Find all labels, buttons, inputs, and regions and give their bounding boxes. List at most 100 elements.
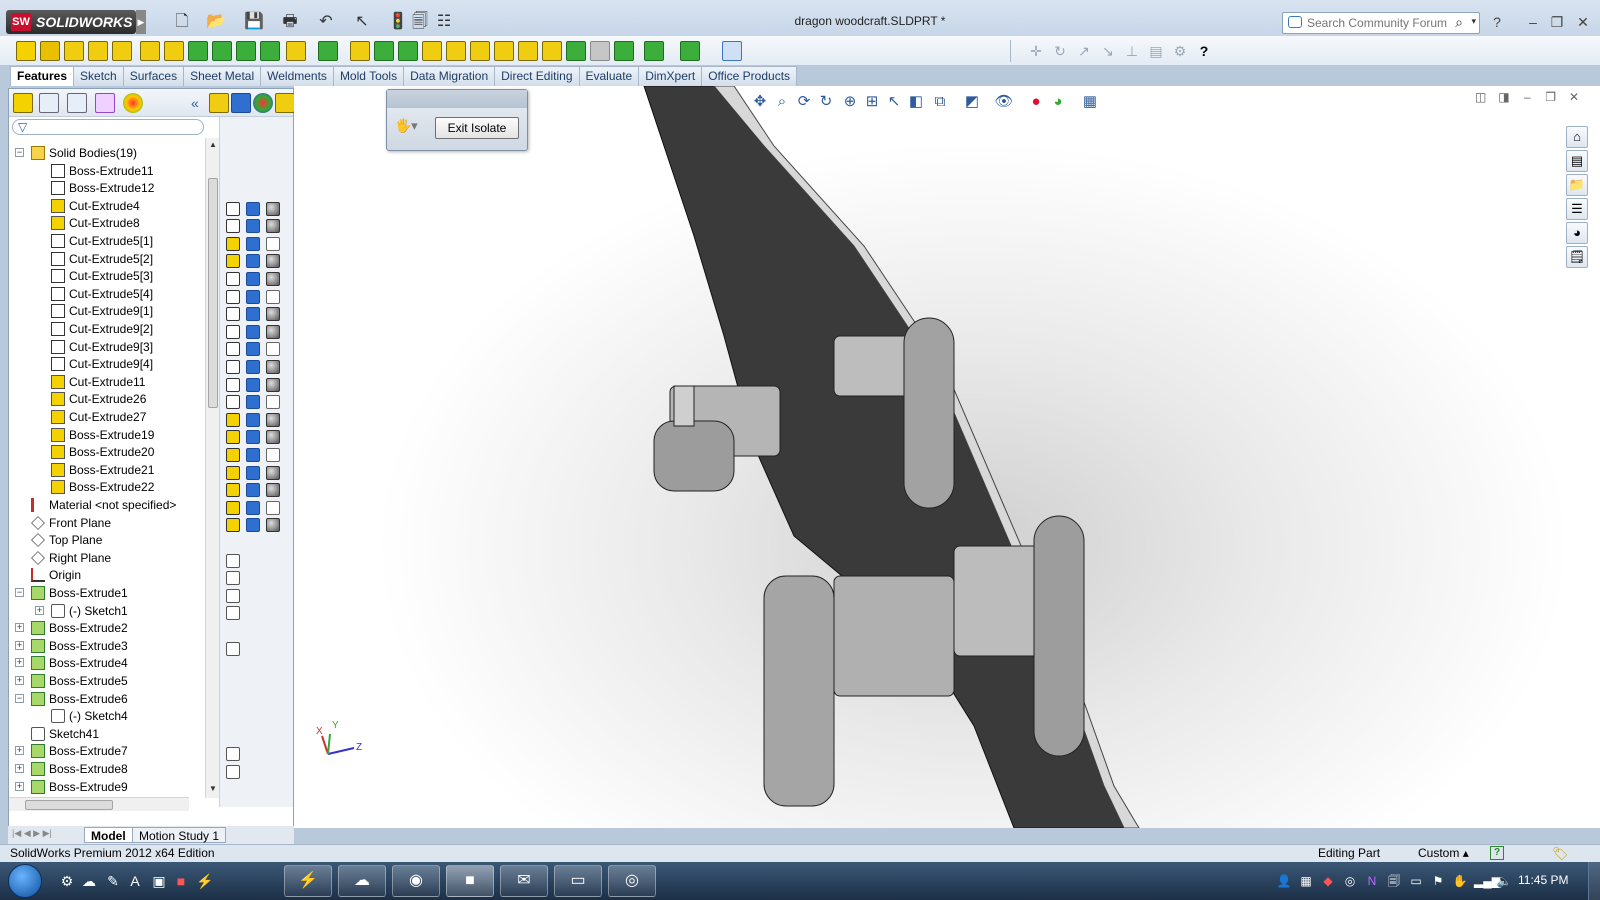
boundary-cut-icon[interactable] [260, 41, 280, 61]
appearance-swatch-icon[interactable] [266, 483, 280, 498]
visibility-icon[interactable] [226, 465, 240, 480]
tab-office-products[interactable]: Office Products [701, 66, 798, 86]
expand-icon[interactable]: + [15, 746, 24, 756]
display-mode-icon[interactable] [246, 483, 260, 498]
origin-visibility-icon[interactable] [226, 606, 240, 621]
tree-item[interactable]: Cut-Extrude5[1] [9, 232, 205, 250]
volume-icon[interactable]: 🔈 [1496, 873, 1512, 889]
taskbar-explorer-icon[interactable]: ▭ [554, 865, 602, 897]
isolate-options-icon[interactable]: 🖐▾ [395, 118, 425, 136]
tree-item[interactable]: Front Plane [9, 514, 205, 532]
quick-launch-icon-4[interactable]: A [126, 872, 144, 890]
display-mode-icon[interactable] [246, 412, 260, 427]
tree-item[interactable]: Material <not specified> [9, 496, 205, 514]
rib-icon[interactable] [350, 41, 370, 61]
search-box[interactable]: ⌕ ▾ [1282, 12, 1480, 34]
options-icon[interactable]: ☷ [434, 12, 454, 32]
appearance-swatch-icon[interactable] [266, 201, 280, 216]
display-mode-icon[interactable] [246, 360, 260, 374]
save-icon[interactable]: 💾 [244, 12, 264, 32]
tray-people-icon[interactable]: 👤 [1276, 873, 1292, 889]
viewport-restore-icon[interactable]: ❐ [1541, 90, 1561, 104]
expand-icon[interactable]: + [15, 676, 24, 685]
fillet-icon[interactable] [286, 41, 306, 61]
search-icon[interactable]: ⌕ [1455, 14, 1463, 31]
search-input[interactable] [1307, 13, 1457, 33]
tree-item[interactable]: Cut-Extrude5[4] [9, 285, 205, 303]
tray-monitor-icon[interactable]: ▭ [1408, 873, 1424, 889]
display-manager-icon[interactable] [123, 93, 143, 113]
display-mode-icon[interactable] [246, 236, 260, 251]
network-icon[interactable]: ▂▄▆ [1474, 873, 1501, 889]
display-mode-icon[interactable] [246, 324, 260, 339]
visibility-icon[interactable] [226, 289, 240, 304]
tab-mold-tools[interactable]: Mold Tools [332, 66, 405, 86]
print-icon[interactable]: 🖶 [280, 12, 300, 32]
tree-item[interactable]: Top Plane [9, 531, 205, 549]
wrap-icon[interactable] [422, 41, 442, 61]
plane-visibility-icon[interactable] [226, 571, 240, 586]
quick-launch-solidworks-icon[interactable]: ■ [172, 872, 190, 890]
tree-item[interactable]: − Solid Bodies(19) [9, 144, 205, 162]
quick-launch-icon-2[interactable]: ☁ [80, 872, 98, 890]
split-icon[interactable] [542, 41, 562, 61]
taskbar-browser-icon[interactable]: ◎ [608, 865, 656, 897]
sketch-arc-icon[interactable]: ↻ [1050, 41, 1070, 61]
revolved-boss-icon[interactable] [40, 41, 60, 61]
tab-data-migration[interactable]: Data Migration [403, 66, 496, 86]
plane-visibility-icon[interactable] [226, 553, 240, 568]
view-settings-icon[interactable]: ▦ [1080, 92, 1100, 112]
start-button[interactable] [8, 864, 42, 898]
tree-item[interactable]: Cut-Extrude9[3] [9, 338, 205, 356]
visibility-icon[interactable] [226, 395, 240, 410]
tree-item[interactable]: Cut-Extrude8 [9, 214, 205, 232]
visibility-icon[interactable] [226, 430, 240, 445]
new-document-icon[interactable]: 🗋 [172, 12, 192, 32]
tree-item[interactable]: Boss-Extrude11 [9, 162, 205, 180]
feature-tree-icon[interactable] [13, 93, 33, 113]
zoom-to-area-icon[interactable]: ⊞ [862, 92, 882, 112]
plane-visibility-icon[interactable] [226, 588, 240, 603]
extruded-boss-icon[interactable] [16, 41, 36, 61]
tree-item[interactable]: Cut-Extrude9[1] [9, 302, 205, 320]
combine-icon[interactable] [518, 41, 538, 61]
instant3d-icon[interactable] [680, 41, 700, 61]
tab-sheet-metal[interactable]: Sheet Metal [183, 66, 262, 86]
zoom-icon[interactable]: ⌕ [772, 92, 792, 112]
tab-sketch[interactable]: Sketch [73, 66, 124, 86]
tree-item[interactable]: + Boss-Extrude7 [9, 742, 205, 760]
visibility-icon[interactable] [226, 412, 240, 427]
display-mode-icon[interactable] [246, 307, 260, 322]
hide-show-items-icon[interactable]: 👁 [994, 92, 1014, 112]
display-mode-icon[interactable] [246, 377, 260, 392]
display-mode-icon[interactable] [246, 342, 260, 357]
appearance-swatch-icon[interactable] [266, 324, 280, 339]
appearance-swatch-icon[interactable] [266, 236, 280, 251]
previous-view-icon[interactable]: ↖ [884, 92, 904, 112]
apply-scene-icon[interactable]: ◕ [1048, 92, 1068, 112]
tree-item[interactable]: Cut-Extrude5[2] [9, 250, 205, 268]
display-mode-icon[interactable] [246, 500, 260, 515]
appearance-swatch-icon[interactable] [266, 430, 280, 445]
expand-icon[interactable]: + [15, 764, 24, 773]
appearances-icon[interactable]: ◕ [1566, 222, 1588, 244]
swept-cut-icon[interactable] [212, 41, 232, 61]
display-mode-icon[interactable] [246, 448, 260, 462]
tree-item[interactable]: + Boss-Extrude4 [9, 654, 205, 672]
solidworks-resources-icon[interactable]: ⌂ [1566, 126, 1588, 148]
appearance-swatch-icon[interactable] [266, 448, 280, 462]
quick-launch-icon-1[interactable]: ⚙ [58, 872, 76, 890]
tab-evaluate[interactable]: Evaluate [578, 66, 640, 86]
tree-item[interactable]: + (-) Sketch1 [9, 602, 205, 620]
property-manager-icon[interactable] [39, 93, 59, 113]
instant3d-active-icon[interactable] [722, 41, 742, 61]
minimize-icon[interactable]: – [1522, 12, 1544, 32]
tree-item[interactable]: + Boss-Extrude9 [9, 778, 205, 796]
expand-icon[interactable]: + [15, 781, 24, 791]
undo-icon[interactable]: ↶ [316, 12, 336, 32]
solidworks-logo[interactable]: SW SOLIDWORKS [6, 10, 136, 34]
tree-item[interactable]: (-) Sketch4 [9, 707, 205, 725]
tray-onenote-icon[interactable]: N [1364, 873, 1380, 889]
display-mode-icon[interactable] [246, 219, 260, 234]
collapse-icon[interactable]: − [15, 148, 24, 157]
